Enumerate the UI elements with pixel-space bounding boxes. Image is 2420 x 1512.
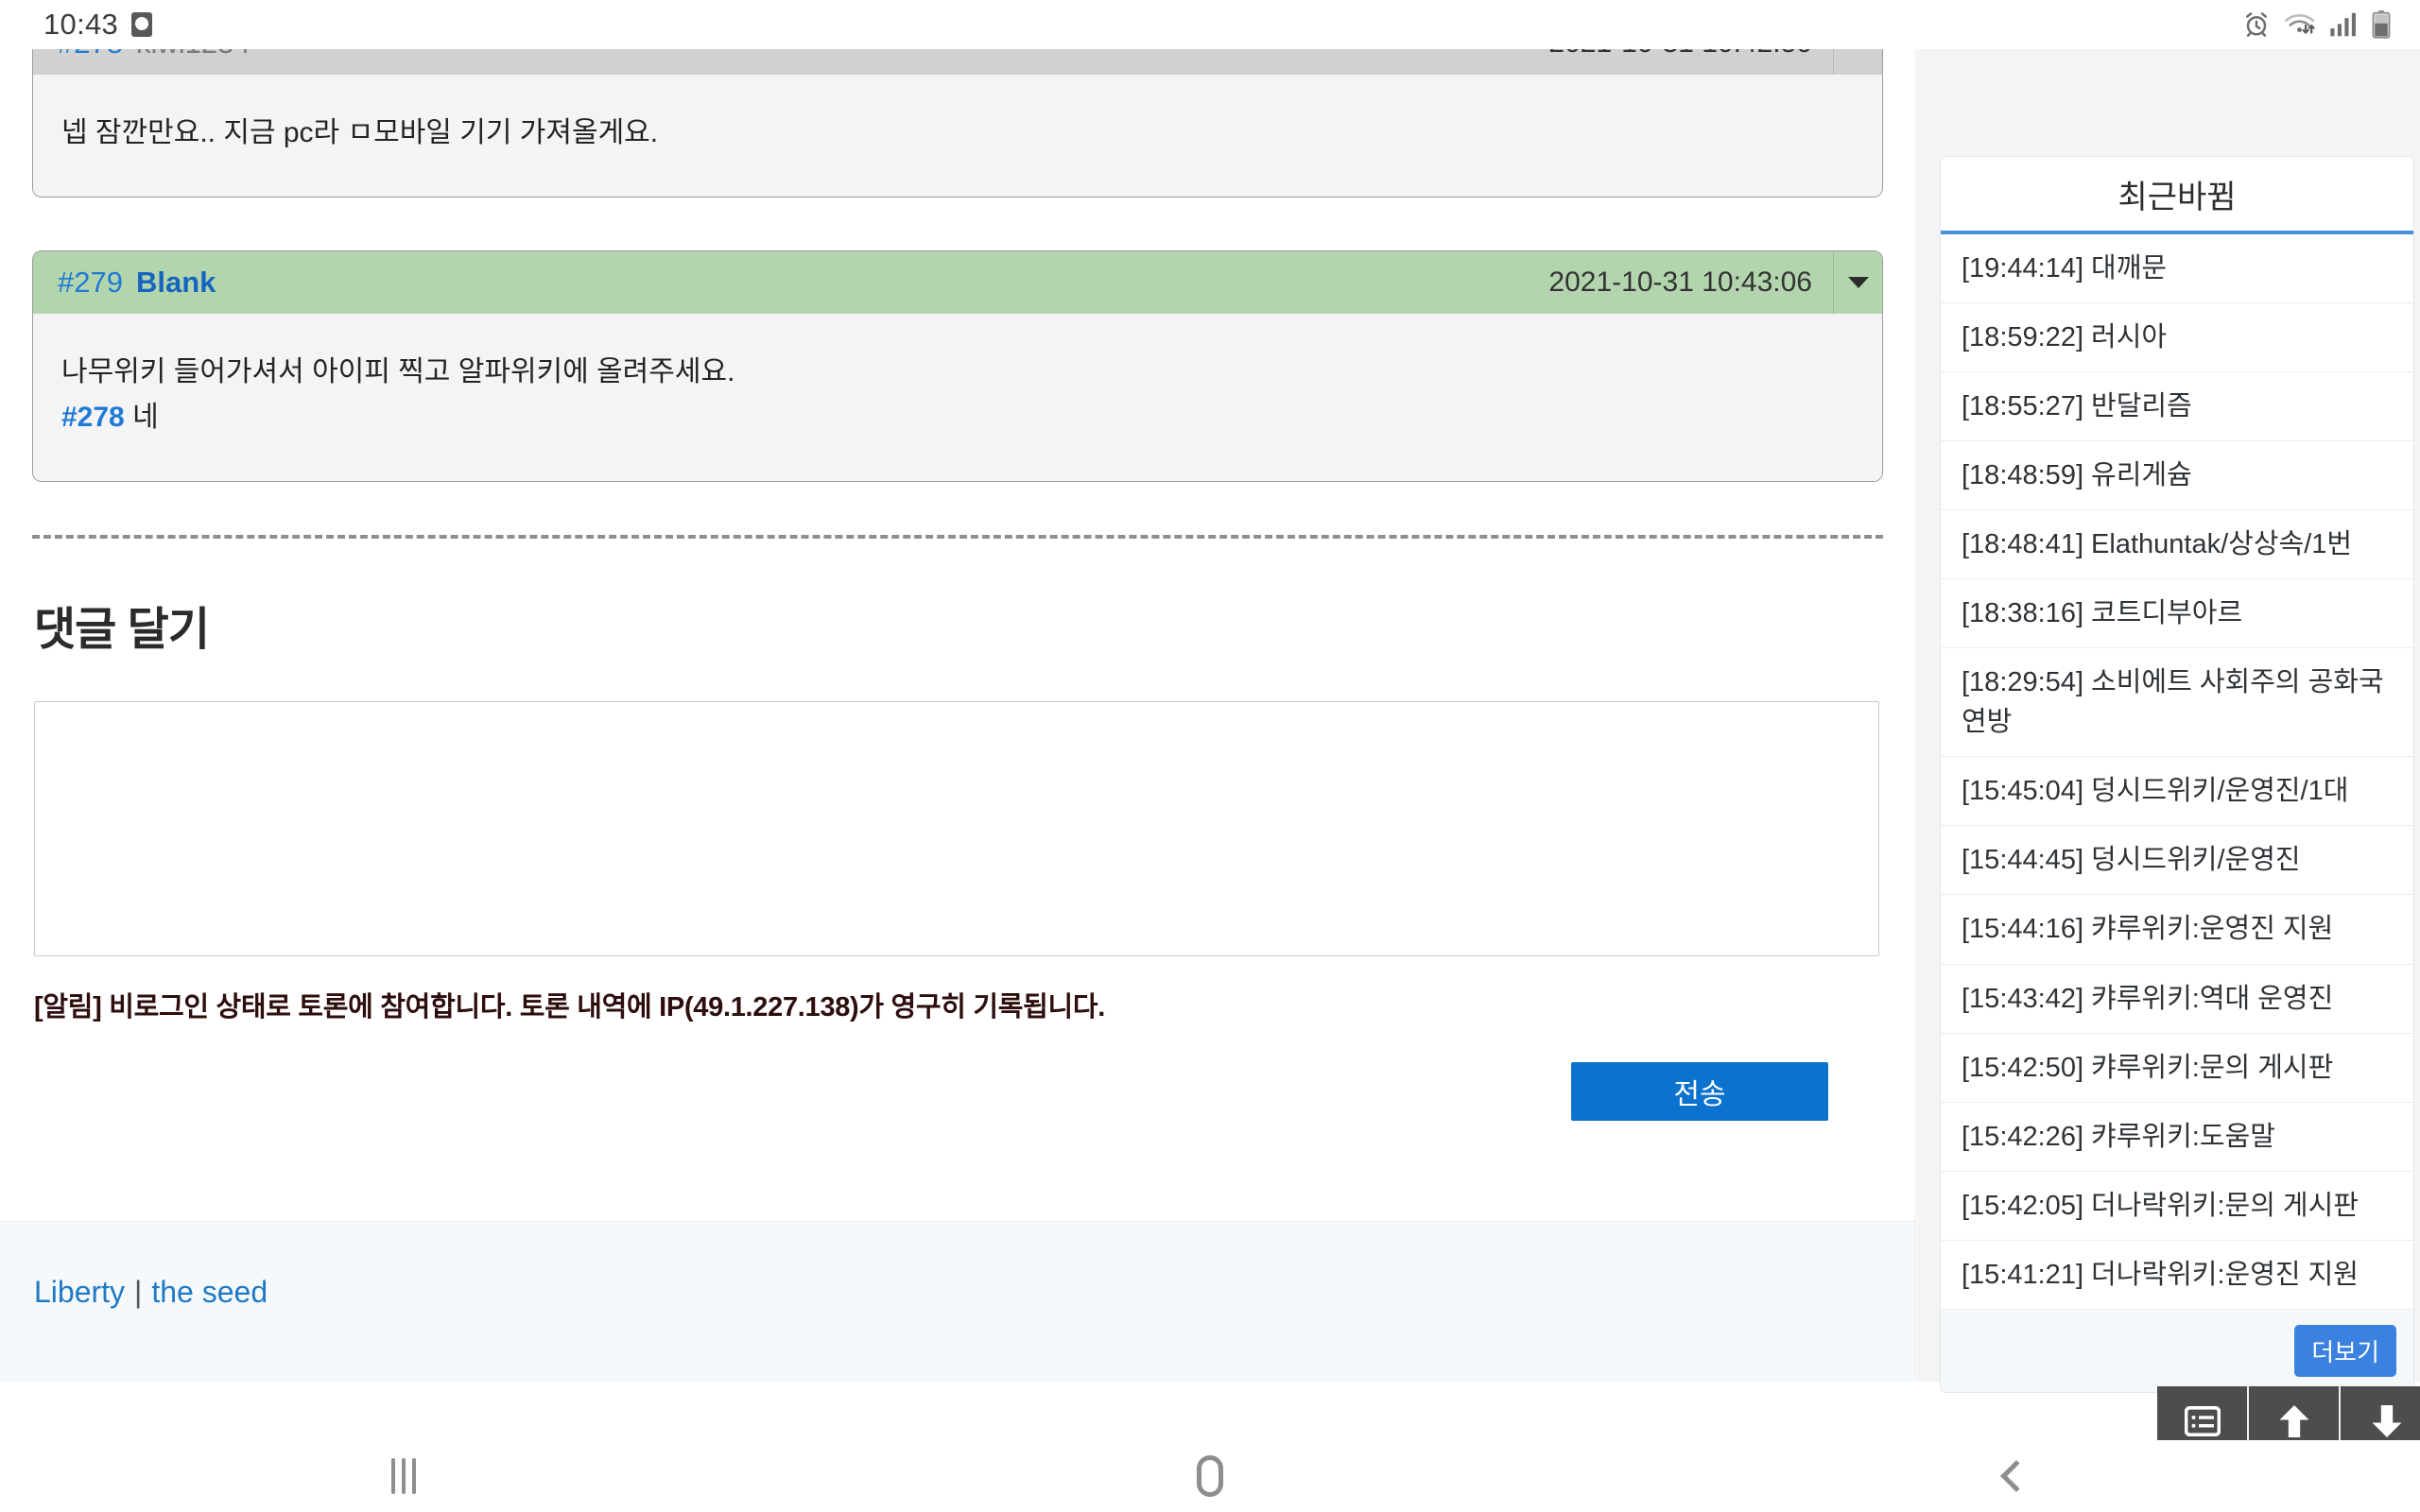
back-icon [2000, 1460, 2033, 1492]
quote-text: 네 [132, 402, 159, 434]
recent-change-item[interactable]: [15:44:16] 캬루위키:운영진 지원 [1941, 895, 2413, 965]
form-title: 댓글 달기 [34, 604, 210, 655]
comment-textarea[interactable] [34, 700, 1879, 956]
quote-reference-link[interactable]: #278 [61, 402, 125, 433]
submit-row: 전송 [34, 1061, 1881, 1121]
comment-id[interactable]: #278 [58, 49, 123, 60]
comment-id[interactable]: #279 [58, 266, 123, 300]
comment-form: 댓글 달기 [알림] 비로그인 상태로 토론에 참여합니다. 토론 내역에 IP… [0, 592, 1915, 1121]
chevron-down-icon [1847, 276, 1869, 288]
recent-change-item[interactable]: [15:42:05] 더나락위키:문의 게시판 [1941, 1171, 2413, 1241]
right-sidebar: 최근바뀜 [19:44:14] 대깨문 [18:59:22] 러시아 [18:55:… [1917, 49, 2420, 1393]
scroll-to-top-button[interactable] [2249, 1386, 2341, 1440]
browser-viewport: #278 kiwi1234 2021-10-31 10:42:50 넵 잠깐만요… [0, 49, 2420, 1440]
recent-changes-list: [19:44:14] 대깨문 [18:59:22] 러시아 [18:55:27] 반… [1941, 234, 2413, 1310]
section-divider [32, 534, 1883, 539]
recent-change-item[interactable]: [18:29:54] 소비에트 사회주의 공화국 연방 [1941, 648, 2413, 758]
recent-change-item[interactable]: [18:48:41] Elathuntak/상상속/1번 [1941, 510, 2413, 580]
alarm-clock-icon [131, 12, 153, 37]
recent-change-item[interactable]: [15:43:42] 캬루위키:역대 운영진 [1941, 964, 2413, 1034]
footer-link-theseed[interactable]: the seed [151, 1275, 268, 1309]
recents-icon [390, 1458, 416, 1494]
home-button[interactable] [806, 1455, 1613, 1497]
comment-timestamp: 2021-10-31 10:43:06 [1548, 266, 1812, 298]
comment-card: #278 kiwi1234 2021-10-31 10:42:50 넵 잠깐만요… [32, 49, 1883, 198]
recent-change-item[interactable]: [15:44:45] 덩시드위키/운영진 [1941, 826, 2413, 896]
recent-change-item[interactable]: [18:48:59] 유리게슘 [1941, 441, 2413, 511]
home-icon [1196, 1455, 1223, 1497]
footer-links: Liberty | the seed [0, 1222, 1915, 1310]
discussion-thread: #278 kiwi1234 2021-10-31 10:42:50 넵 잠깐만요… [0, 49, 1915, 482]
status-bar-icons [2242, 10, 2392, 39]
page-footer: Liberty | the seed [0, 1221, 1915, 1382]
scroll-bottom-icon [2372, 1404, 2401, 1437]
comment-header: #279 Blank 2021-10-31 10:43:06 [33, 250, 1882, 314]
comment-body: 넵 잠깐만요.. 지금 pc라 ㅁ모바일 기기 가져올게요. [33, 75, 1882, 197]
back-button[interactable] [1614, 1460, 2420, 1492]
floating-nav-bar [2157, 1386, 2420, 1440]
recent-change-item[interactable]: [15:45:04] 덩시드위키/운영진/1대 [1941, 757, 2413, 827]
footer-link-liberty[interactable]: Liberty [34, 1275, 125, 1309]
comment-card: #279 Blank 2021-10-31 10:43:06 나무위키 들어가셔… [32, 249, 1883, 482]
signal-icon [2330, 12, 2356, 37]
status-bar-clock: 10:43 [43, 8, 119, 41]
toc-icon [2184, 1405, 2221, 1436]
wifi-icon [2285, 13, 2315, 34]
login-notice: [알림] 비로그인 상태로 토론에 참여합니다. 토론 내역에 IP(49.1.… [34, 991, 1106, 1022]
scroll-top-icon [2279, 1404, 2308, 1437]
comment-menu-button[interactable] [1833, 250, 1882, 314]
submit-button[interactable]: 전송 [1571, 1061, 1828, 1121]
comment-body: 나무위키 들어가셔서 아이피 찍고 알파위키에 올려주세요. #278 네 [33, 313, 1882, 481]
recent-change-item[interactable]: [15:42:26] 캬루위키:도움말 [1941, 1102, 2413, 1172]
main-content-column: #278 kiwi1234 2021-10-31 10:42:50 넵 잠깐만요… [0, 49, 1916, 1382]
recent-changes-more-row: 더보기 [1941, 1309, 2413, 1392]
scroll-to-bottom-button[interactable] [2341, 1386, 2420, 1440]
recent-change-item[interactable]: [18:59:22] 러시아 [1941, 303, 2413, 373]
recents-button[interactable] [0, 1458, 806, 1494]
comment-timestamp: 2021-10-31 10:42:50 [1548, 49, 1833, 60]
recent-change-item[interactable]: [19:44:14] 대깨문 [1941, 234, 2413, 304]
android-status-bar: 10:43 [0, 0, 2420, 49]
recent-changes-panel: 최근바뀜 [19:44:14] 대깨문 [18:59:22] 러시아 [18:55:… [1940, 156, 2414, 1393]
recent-change-item[interactable]: [15:42:50] 캬루위키:문의 게시판 [1941, 1033, 2413, 1103]
comment-menu-button[interactable] [1833, 49, 1882, 75]
more-button[interactable]: 더보기 [2294, 1324, 2396, 1377]
android-navigation-bar [0, 1440, 2420, 1512]
comment-author[interactable]: Blank [136, 266, 216, 300]
comment-quote-line: #278 네 [61, 395, 1854, 441]
alarm-clock-icon [2246, 12, 2267, 37]
battery-icon [2372, 10, 2391, 39]
comment-text: 나무위키 들어가셔서 아이피 찍고 알파위키에 올려주세요. [61, 355, 735, 387]
footer-separator: | [134, 1275, 143, 1309]
recent-changes-title: 최근바뀜 [1941, 157, 2413, 234]
comment-text: 넵 잠깐만요.. 지금 pc라 ㅁ모바일 기기 가져올게요. [61, 117, 659, 148]
recent-change-item[interactable]: [18:38:16] 코트디부아르 [1941, 579, 2413, 649]
comment-header: #278 kiwi1234 2021-10-31 10:42:50 [33, 49, 1882, 75]
comment-author: kiwi1234 [136, 49, 251, 60]
toc-button[interactable] [2157, 1386, 2249, 1440]
recent-change-item[interactable]: [15:41:21] 더나락위키:운영진 지원 [1941, 1240, 2413, 1310]
recent-change-item[interactable]: [18:55:27] 반달리즘 [1941, 372, 2413, 442]
